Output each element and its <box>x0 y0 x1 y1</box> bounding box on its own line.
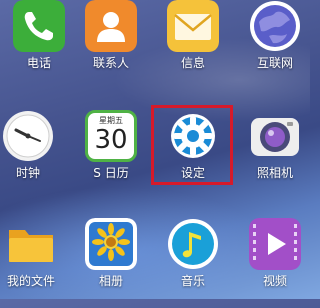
messages-icon <box>167 0 219 52</box>
app-label-video: 视频 <box>262 274 287 288</box>
app-phone[interactable]: 电话 <box>4 0 74 90</box>
app-calendar[interactable]: 星期五 30 S 日历 <box>76 110 146 200</box>
app-label-phone: 电话 <box>26 56 51 70</box>
calendar-icon: 星期五 30 <box>85 110 137 162</box>
app-video[interactable]: 视频 <box>240 218 310 308</box>
app-label-files: 我的文件 <box>6 274 55 288</box>
app-label-internet: 互联网 <box>256 56 293 70</box>
app-music[interactable]: 音乐 <box>158 218 228 308</box>
app-messages[interactable]: 信息 <box>158 0 228 90</box>
app-clock[interactable]: 时钟 <box>0 110 63 200</box>
app-label-camera: 照相机 <box>256 166 293 180</box>
app-label-contacts: 联系人 <box>92 56 129 70</box>
app-label-clock: 时钟 <box>15 166 40 180</box>
camera-icon <box>251 118 299 156</box>
app-label-calendar: S 日历 <box>93 166 129 180</box>
video-icon <box>249 218 301 270</box>
folder-icon <box>9 230 53 262</box>
app-label-gallery: 相册 <box>98 274 123 288</box>
music-icon <box>168 219 218 269</box>
gallery-icon <box>85 218 137 270</box>
clock-icon <box>3 111 53 161</box>
contacts-icon <box>85 0 137 52</box>
app-contacts[interactable]: 联系人 <box>76 0 146 90</box>
app-camera[interactable]: 照相机 <box>240 110 310 200</box>
app-internet[interactable]: 互联网 <box>240 0 310 90</box>
app-label-messages: 信息 <box>180 56 205 70</box>
internet-icon <box>250 1 300 51</box>
phone-icon <box>13 0 65 52</box>
highlight-box <box>151 105 233 185</box>
calendar-day: 30 <box>94 125 128 155</box>
app-files[interactable]: 我的文件 <box>0 218 66 308</box>
app-gallery[interactable]: 相册 <box>76 218 146 308</box>
home-screen: { "apps": [ {"id": "phone", "label": "电话… <box>0 0 310 299</box>
app-label-music: 音乐 <box>180 274 205 288</box>
